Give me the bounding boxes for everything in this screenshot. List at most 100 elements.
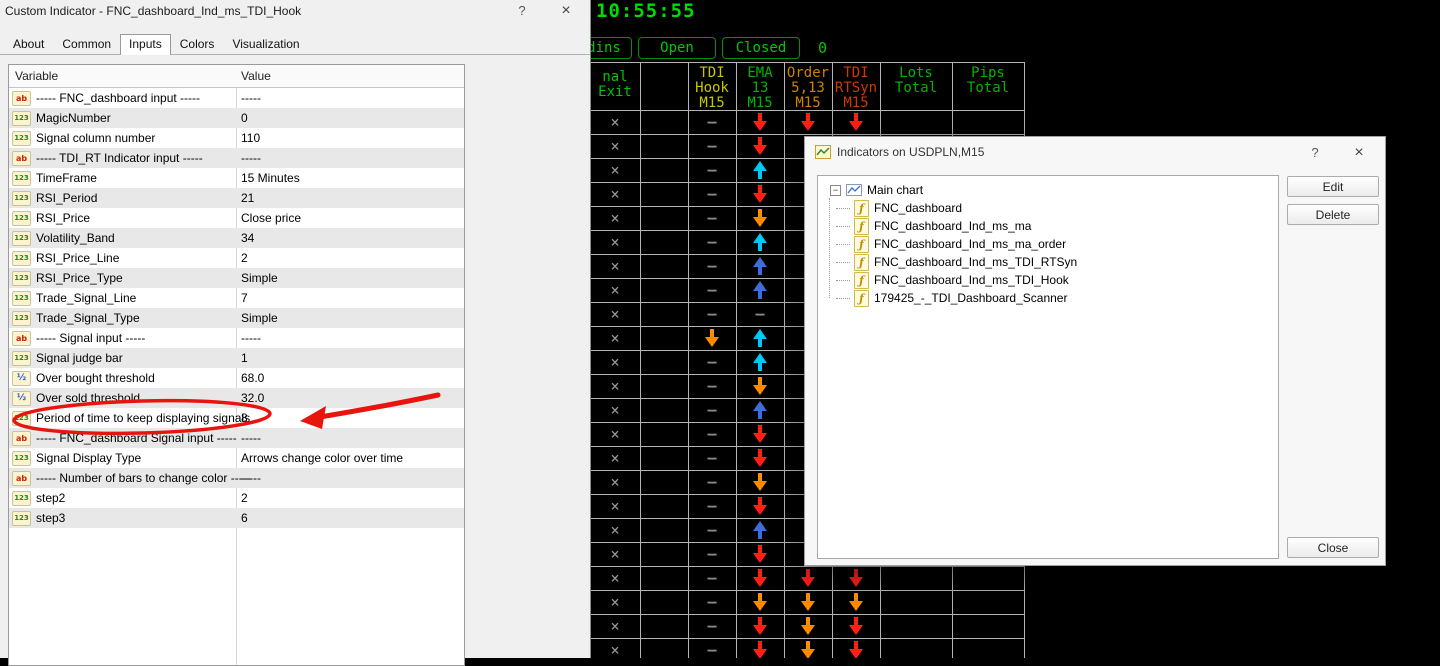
param-type-icon: 123 [12, 270, 31, 286]
param-type-icon: ab [12, 470, 31, 486]
gridline-h [590, 566, 1024, 567]
dash-mark: – [707, 569, 717, 587]
indicators-list[interactable]: − Main chart ƒ FNC_dashboard ƒ FNC_dashboard_… [817, 175, 1279, 559]
arrow-down-icon [752, 545, 768, 563]
param-row[interactable]: ½ Over bought threshold 68.0 [9, 368, 464, 388]
param-row[interactable]: 123 step3 6 [9, 508, 464, 528]
inputs-table: Variable Value ab ----- FNC_dashboard inp… [8, 64, 465, 666]
param-value: 15 Minutes [241, 171, 300, 185]
param-value: 0 [241, 111, 248, 125]
dash-mark: – [707, 233, 717, 251]
param-row[interactable]: 123 Trade_Signal_Line 7 [9, 288, 464, 308]
dash-mark: – [707, 425, 717, 443]
dash-mark: – [755, 305, 765, 323]
close-icon[interactable]: × [1347, 144, 1371, 162]
param-row[interactable]: 123 RSI_Price Close price [9, 208, 464, 228]
param-name: step3 [36, 511, 66, 525]
param-row[interactable]: ab ----- TDI_RT Indicator input ----- ----… [9, 148, 464, 168]
dash-mark: – [707, 305, 717, 323]
indicators-dialog-titlebar[interactable]: Indicators on USDPLN,M15 ? × [805, 137, 1385, 167]
param-type-icon: 123 [12, 230, 31, 246]
param-value: 6 [241, 511, 248, 525]
x-mark: × [610, 329, 620, 347]
param-row[interactable]: 123 RSI_Price_Line 2 [9, 248, 464, 268]
param-row[interactable]: 123 step2 2 [9, 488, 464, 508]
param-type-icon: 123 [12, 250, 31, 266]
x-mark: × [610, 113, 620, 131]
help-icon[interactable]: ? [1303, 144, 1327, 162]
tree-item[interactable]: ƒ FNC_dashboard [824, 199, 1272, 217]
close-button[interactable]: Close [1287, 537, 1379, 558]
tree-item[interactable]: ƒ 179425_-_TDI_Dashboard_Scanner [824, 289, 1272, 307]
arrow-down-icon [800, 569, 816, 587]
tree-item[interactable]: ƒ FNC_dashboard_Ind_ms_ma [824, 217, 1272, 235]
tree-item-label: FNC_dashboard_Ind_ms_ma [874, 219, 1032, 233]
param-row[interactable]: 123 RSI_Period 21 [9, 188, 464, 208]
x-mark: × [610, 641, 620, 658]
indicator-icon: ƒ [854, 217, 869, 235]
dialog-title: Custom Indicator - FNC_dashboard_Ind_ms_… [5, 4, 302, 18]
param-row[interactable]: 123 TimeFrame 15 Minutes [9, 168, 464, 188]
arrow-down-icon [704, 329, 720, 347]
param-type-icon: 123 [12, 190, 31, 206]
dash-mark: – [707, 473, 717, 491]
param-row[interactable]: ab ----- FNC_dashboard input ----- ----- [9, 88, 464, 108]
arrow-down-icon [800, 641, 816, 658]
param-row[interactable]: 123 Signal Display Type Arrows change colo… [9, 448, 464, 468]
param-value: 34 [241, 231, 255, 245]
x-mark: × [610, 593, 620, 611]
grid-column-header: TDI RTSyn M15 [834, 65, 878, 111]
param-name: ----- Signal input ----- [36, 331, 146, 345]
arrow-up-icon [752, 257, 768, 275]
tab-inputs[interactable]: Inputs [120, 34, 171, 55]
column-header-value: Value [241, 69, 271, 83]
tree-item-label: FNC_dashboard_Ind_ms_ma_order [874, 237, 1067, 251]
gridline-h [590, 590, 1024, 591]
param-row[interactable]: 123 Period of time to keep displaying sig… [9, 408, 464, 428]
column-header-variable: Variable [15, 69, 59, 83]
tree-item[interactable]: ƒ FNC_dashboard_Ind_ms_TDI_Hook [824, 271, 1272, 289]
tree-item[interactable]: ƒ FNC_dashboard_Ind_ms_TDI_RTSyn [824, 253, 1272, 271]
close-icon[interactable]: × [554, 2, 578, 20]
tree-item[interactable]: ƒ FNC_dashboard_Ind_ms_ma_order [824, 235, 1272, 253]
help-icon[interactable]: ? [510, 2, 534, 20]
x-mark: × [610, 305, 620, 323]
edit-button[interactable]: Edit [1287, 176, 1379, 197]
param-row[interactable]: ab ----- Number of bars to change color -… [9, 468, 464, 488]
dash-mark: – [707, 401, 717, 419]
param-row[interactable]: 123 Signal judge bar 1 [9, 348, 464, 368]
grid-column-header: nal Exit [598, 69, 632, 100]
param-value: ----- [241, 431, 261, 445]
tab-about[interactable]: About [4, 34, 53, 54]
param-row[interactable]: ab ----- Signal input ----- ----- [9, 328, 464, 348]
x-mark: × [610, 209, 620, 227]
gridline-v [784, 62, 785, 658]
x-mark: × [610, 281, 620, 299]
tab-bar: About Common Inputs Colors Visualization [0, 33, 590, 55]
tab-colors[interactable]: Colors [171, 34, 224, 54]
indicators-dialog-icon [815, 145, 831, 164]
param-row[interactable]: 123 RSI_Price_Type Simple [9, 268, 464, 288]
param-row[interactable]: 123 Signal column number 110 [9, 128, 464, 148]
collapse-icon[interactable]: − [830, 184, 841, 196]
param-row[interactable]: ½ Over sold threshold 32.0 [9, 388, 464, 408]
dash-mark: – [707, 281, 717, 299]
param-row[interactable]: ab ----- FNC_dashboard Signal input -----… [9, 428, 464, 448]
delete-button[interactable]: Delete [1287, 204, 1379, 225]
tab-visualization[interactable]: Visualization [223, 34, 308, 54]
gridline-h [590, 62, 1024, 63]
dialog-titlebar[interactable]: Custom Indicator - FNC_dashboard_Ind_ms_… [0, 0, 590, 22]
arrow-down-icon [848, 617, 864, 635]
param-row[interactable]: 123 Trade_Signal_Type Simple [9, 308, 464, 328]
tab-common[interactable]: Common [53, 34, 120, 54]
param-value: 2 [241, 491, 248, 505]
indicator-icon: ƒ [854, 289, 869, 307]
param-row[interactable]: 123 MagicNumber 0 [9, 108, 464, 128]
x-mark: × [610, 569, 620, 587]
tree-root-label: Main chart [867, 183, 924, 197]
arrow-down-icon [752, 185, 768, 203]
tree-root-main-chart[interactable]: − Main chart [824, 181, 1272, 199]
param-value: ----- [241, 91, 261, 105]
param-row[interactable]: 123 Volatility_Band 34 [9, 228, 464, 248]
arrow-down-icon [752, 641, 768, 658]
